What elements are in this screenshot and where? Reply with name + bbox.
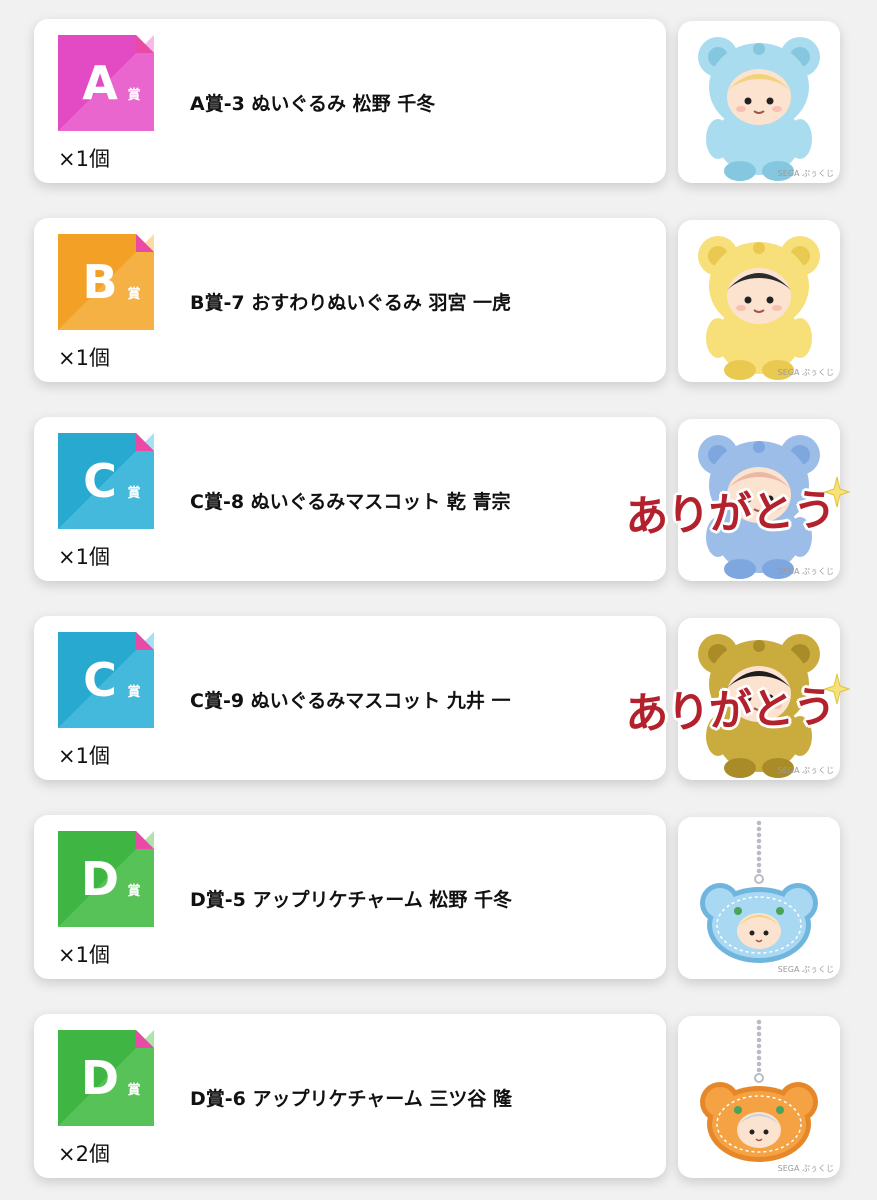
prize-grade-suffix: 賞 [127, 684, 140, 700]
prize-name: A賞-3 ぬいぐるみ 松野 千冬 [190, 93, 436, 115]
plush-illustration [698, 37, 820, 181]
prize-name: B賞-7 おすわりぬいぐるみ 羽宮 一虎 [190, 292, 512, 314]
prize-card[interactable]: D 賞 ×1個 D賞-5 アップリケチャーム 松野 千冬 [34, 815, 666, 979]
prize-quantity: ×1個 [58, 744, 110, 768]
charm-illustration [700, 820, 818, 963]
prize-name: D賞-5 アップリケチャーム 松野 千冬 [190, 889, 512, 911]
prize-grade-letter: B [82, 255, 117, 309]
watermark-logo: SEGA ぷぅくじ [777, 1164, 834, 1173]
plush-illustration [698, 435, 820, 579]
prize-thumbnail[interactable]: SEGA ぷぅくじ [678, 817, 840, 979]
grade-badge-icon: C賞 [58, 632, 154, 728]
prize-card[interactable]: D 賞 ×2個 D賞-6 アップリケチャーム 三ツ谷 隆 [34, 1014, 666, 1178]
grade-badge-icon: C賞 [58, 433, 154, 529]
prize-name: D賞-6 アップリケチャーム 三ツ谷 隆 [190, 1088, 512, 1110]
watermark-logo: SEGA ぷぅくじ [777, 169, 834, 178]
prize-row: B 賞 ×1個 B賞-7 おすわりぬいぐるみ 羽宮 一虎 SEGA ぷぅくじ [0, 218, 877, 382]
prize-grade-letter: D [81, 1051, 119, 1105]
plush-illustration [698, 236, 820, 380]
grade-badge-icon: B賞 [58, 234, 154, 330]
prize-grade-letter: C [83, 454, 117, 508]
watermark-logo: SEGA ぷぅくじ [777, 965, 834, 974]
watermark-logo: SEGA ぷぅくじ [777, 368, 834, 377]
prize-grade-letter: C [83, 653, 117, 707]
charm-illustration [700, 1019, 818, 1162]
prize-grade-letter: D [81, 852, 119, 906]
prize-row: C 賞 ×1個 C賞-9 ぬいぐるみマスコット 九井 一 SEGA ぷぅくじ ありがとう [0, 616, 877, 780]
watermark-logo: SEGA ぷぅくじ [777, 766, 834, 775]
prize-quantity: ×2個 [58, 1142, 110, 1166]
prize-grade-suffix: 賞 [127, 286, 140, 302]
prize-name: C賞-8 ぬいぐるみマスコット 乾 青宗 [190, 491, 511, 513]
prize-row: D 賞 ×1個 D賞-5 アップリケチャーム 松野 千冬 SEGA ぷぅくじ [0, 815, 877, 979]
watermark-logo: SEGA ぷぅくじ [777, 567, 834, 576]
prize-quantity: ×1個 [58, 545, 110, 569]
prize-card[interactable]: C 賞 ×1個 C賞-9 ぬいぐるみマスコット 九井 一 [34, 616, 666, 780]
prize-quantity: ×1個 [58, 147, 110, 171]
prize-quantity: ×1個 [58, 346, 110, 370]
prize-grade-suffix: 賞 [127, 87, 140, 103]
plush-illustration [698, 634, 820, 778]
prize-row: D 賞 ×2個 D賞-6 アップリケチャーム 三ツ谷 隆 SEGA ぷぅくじ [0, 1014, 877, 1178]
prize-grade-suffix: 賞 [127, 1082, 140, 1098]
prize-thumbnail[interactable]: SEGA ぷぅくじ [678, 618, 840, 780]
prize-thumbnail[interactable]: SEGA ぷぅくじ [678, 1016, 840, 1178]
prize-grade-letter: A [82, 56, 118, 110]
prize-thumbnail[interactable]: SEGA ぷぅくじ [678, 220, 840, 382]
prize-card[interactable]: C 賞 ×1個 C賞-8 ぬいぐるみマスコット 乾 青宗 [34, 417, 666, 581]
prize-thumbnail[interactable]: SEGA ぷぅくじ [678, 419, 840, 581]
prize-row: A 賞 ×1個 A賞-3 ぬいぐるみ 松野 千冬 SEGA ぷぅくじ [0, 19, 877, 183]
prize-card[interactable]: A 賞 ×1個 A賞-3 ぬいぐるみ 松野 千冬 [34, 19, 666, 183]
prize-name: C賞-9 ぬいぐるみマスコット 九井 一 [190, 690, 511, 712]
prize-thumbnail[interactable]: SEGA ぷぅくじ [678, 21, 840, 183]
grade-badge-icon: D賞 [58, 1030, 154, 1126]
prize-quantity: ×1個 [58, 943, 110, 967]
grade-badge-icon: D賞 [58, 831, 154, 927]
grade-badge-icon: A賞 [58, 35, 154, 131]
prize-card[interactable]: B 賞 ×1個 B賞-7 おすわりぬいぐるみ 羽宮 一虎 [34, 218, 666, 382]
prize-grade-suffix: 賞 [127, 485, 140, 501]
prize-row: C 賞 ×1個 C賞-8 ぬいぐるみマスコット 乾 青宗 SEGA ぷぅくじ ありがとう [0, 417, 877, 581]
prize-grade-suffix: 賞 [127, 883, 140, 899]
